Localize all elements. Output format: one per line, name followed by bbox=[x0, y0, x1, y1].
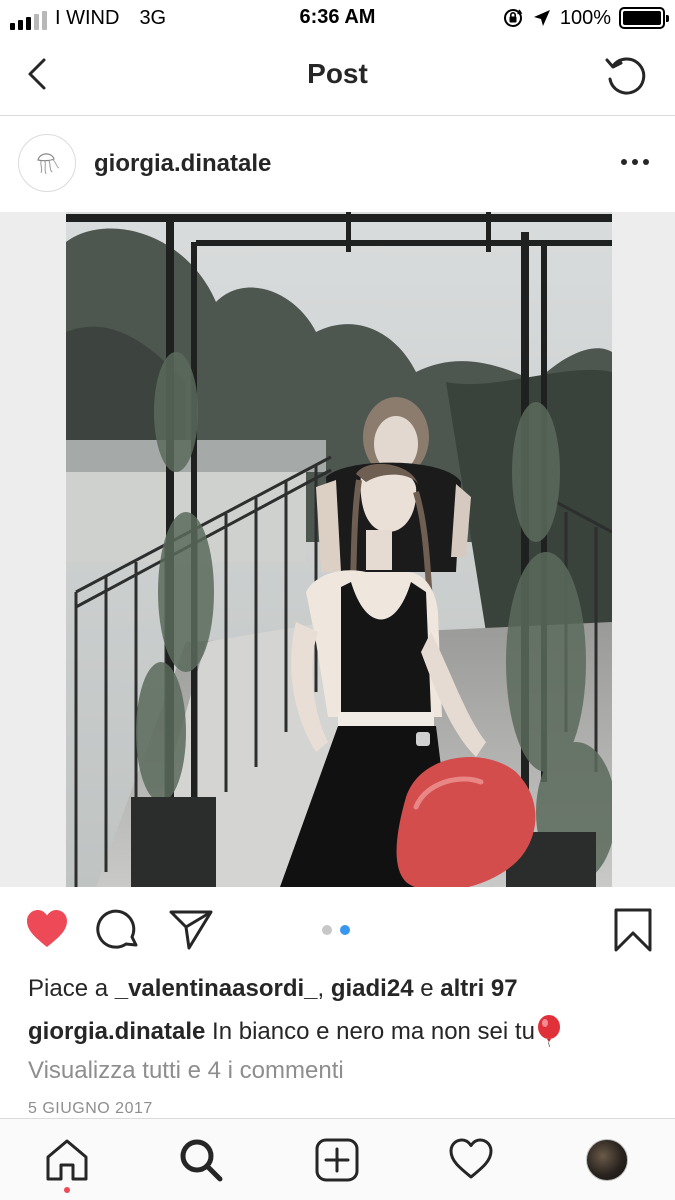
post-photo[interactable] bbox=[66, 212, 612, 887]
home-icon bbox=[46, 1139, 88, 1181]
bookmark-icon bbox=[614, 908, 652, 952]
post-date: 5 GIUGNO 2017 bbox=[28, 1100, 153, 1117]
save-button[interactable] bbox=[610, 907, 656, 958]
bottom-tab-bar bbox=[0, 1118, 675, 1200]
likes-prefix: Piace a bbox=[28, 975, 109, 1002]
search-icon bbox=[180, 1139, 223, 1182]
refresh-button[interactable] bbox=[603, 52, 649, 98]
carousel-dot bbox=[322, 925, 332, 935]
tab-profile[interactable] bbox=[584, 1137, 630, 1183]
heart-filled-icon bbox=[27, 910, 67, 947]
carousel-indicator bbox=[322, 925, 350, 935]
location-arrow-icon bbox=[533, 10, 550, 26]
balloon-emoji-icon bbox=[537, 1015, 560, 1048]
comment-button[interactable] bbox=[96, 907, 142, 958]
tab-search[interactable] bbox=[178, 1137, 224, 1183]
post-author-username[interactable]: giorgia.dinatale bbox=[94, 150, 271, 178]
liker-username-2[interactable]: giadi24 bbox=[331, 975, 414, 1002]
post-photo-image bbox=[66, 212, 612, 887]
share-paper-plane-icon bbox=[169, 910, 213, 950]
jellyfish-sketch-icon bbox=[37, 153, 60, 175]
liker-username-1[interactable]: _valentinaasordi_ bbox=[115, 975, 318, 1002]
status-bar: I WIND 3G 6:36 AM 100% bbox=[0, 0, 675, 36]
likes-summary: Piace a _valentinaasordi_, giadi24 e alt… bbox=[28, 975, 518, 1003]
page-title: Post bbox=[307, 58, 368, 89]
post-actions bbox=[0, 887, 675, 977]
add-post-icon bbox=[315, 1138, 359, 1182]
likes-joiner: e bbox=[420, 975, 434, 1002]
comment-icon bbox=[96, 909, 138, 949]
caption-text: In bianco e nero ma non sei tu bbox=[212, 1018, 535, 1045]
refresh-icon bbox=[605, 57, 646, 95]
likes-separator: , bbox=[317, 975, 325, 1002]
post-caption: giorgia.dinatale In bianco e nero ma non… bbox=[28, 1015, 563, 1048]
caption-username[interactable]: giorgia.dinatale bbox=[28, 1018, 205, 1045]
share-button[interactable] bbox=[168, 907, 214, 958]
rotation-lock-icon bbox=[503, 9, 523, 27]
carousel-dot-active bbox=[340, 925, 350, 935]
view-all-comments-link[interactable]: Visualizza tutti e 4 i commenti bbox=[28, 1057, 344, 1085]
status-right: 100% bbox=[502, 6, 669, 30]
battery-percent: 100% bbox=[559, 7, 611, 29]
home-notification-dot bbox=[64, 1187, 70, 1193]
profile-avatar bbox=[586, 1139, 628, 1181]
nav-bar: Post bbox=[0, 36, 675, 116]
activity-heart-icon bbox=[449, 1138, 493, 1179]
like-button[interactable] bbox=[24, 907, 70, 956]
more-options-icon bbox=[621, 159, 627, 165]
post-photo-area[interactable] bbox=[0, 212, 675, 887]
more-options-button[interactable] bbox=[621, 152, 651, 172]
tab-home[interactable] bbox=[44, 1137, 90, 1183]
post-author-avatar[interactable] bbox=[18, 134, 76, 192]
battery-icon bbox=[619, 7, 669, 29]
likes-others-link[interactable]: altri 97 bbox=[440, 975, 517, 1002]
post-header: giorgia.dinatale bbox=[0, 116, 675, 212]
tab-activity[interactable] bbox=[448, 1137, 494, 1183]
tab-new-post[interactable] bbox=[314, 1137, 360, 1183]
